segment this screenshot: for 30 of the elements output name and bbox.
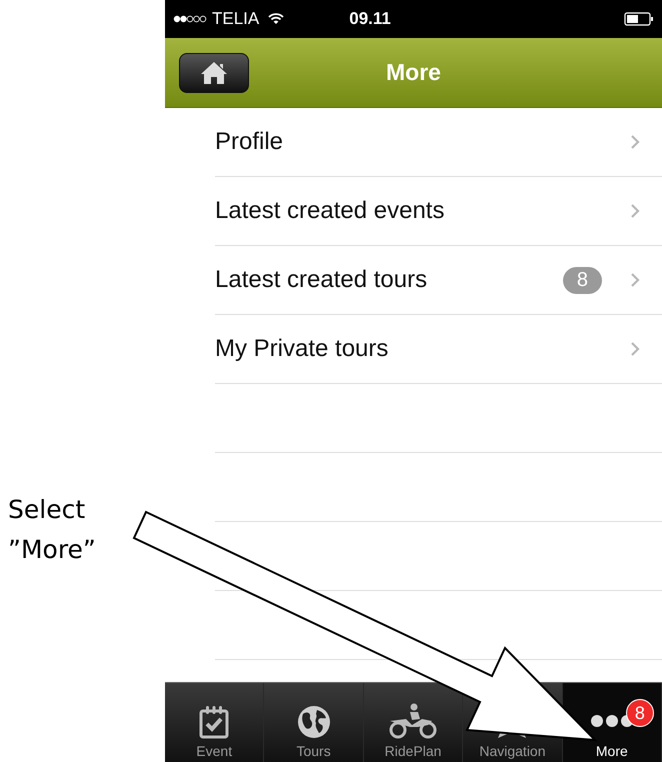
more-dots-icon: [590, 714, 634, 728]
tab[interactable]: 8 More: [562, 683, 662, 762]
wifi-icon: [268, 13, 284, 25]
menu-item-label: My Private tours: [215, 335, 390, 363]
menu-item[interactable]: Latest created events: [215, 177, 662, 246]
menu-item-label: Profile: [215, 128, 284, 156]
tab[interactable]: Tours: [264, 683, 364, 762]
count-badge: 8: [562, 266, 602, 294]
chevron-icon: [630, 203, 640, 219]
signal-icon: [173, 15, 207, 23]
menu-item-label: Latest created tours: [215, 266, 428, 294]
notification-badge: 8: [626, 699, 654, 727]
clock-time: 09.11: [349, 9, 391, 29]
menu-item[interactable]: Profile: [215, 108, 662, 177]
tab[interactable]: Event: [165, 683, 264, 762]
carrier-name: TELIA: [212, 9, 260, 29]
battery-icon: [624, 12, 654, 26]
screen-title: More: [386, 59, 441, 86]
menu-item[interactable]: Latest created tours 8: [215, 246, 662, 315]
home-icon: [200, 60, 228, 84]
annotation-text: Select ”More”: [7, 494, 97, 566]
chevron-icon: [630, 272, 640, 288]
motorcycle-rider-icon: [388, 703, 438, 739]
chevron-icon: [630, 134, 640, 150]
menu-item[interactable]: My Private tours: [215, 315, 662, 384]
chevron-icon: [630, 341, 640, 357]
globe-icon: [296, 705, 331, 739]
menu-item-label: Latest created events: [215, 197, 446, 225]
home-button[interactable]: [179, 52, 249, 92]
calendar-check-icon: [198, 705, 230, 739]
